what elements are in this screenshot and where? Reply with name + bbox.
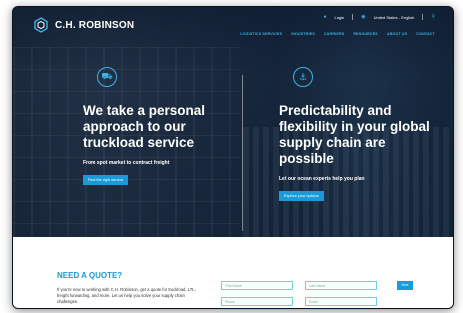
ship-icon: ⚓ [293, 67, 313, 87]
truck-icon: ⛟ [97, 67, 117, 87]
explore-options-button[interactable]: Explore your options [279, 191, 324, 201]
find-service-button[interactable]: Find the right service [83, 175, 129, 185]
next-button[interactable]: Next [397, 281, 413, 290]
utility-bar: ● Login ◉ United States - English ⚲ [323, 14, 435, 20]
site-header: C.H. ROBINSON ● Login ◉ United States - … [13, 7, 453, 47]
region-selector[interactable]: United States - English [374, 15, 415, 20]
hero-right-headline: Predictability and flexibility in your g… [279, 103, 430, 166]
last-name-field[interactable]: Last Name [305, 281, 377, 290]
hero-left-subtext: From spot market to contract freight [83, 160, 170, 166]
phone-field[interactable]: Phone [221, 297, 293, 306]
nav-about-us[interactable]: ABOUT US [387, 32, 407, 36]
brand-name: C.H. ROBINSON [55, 19, 135, 31]
hero-right-panel: ⚓ Predictability and flexibility in your… [279, 67, 439, 202]
quote-section: NEED A QUOTE? If you're new to working w… [13, 237, 453, 308]
hero-right-subtext: Let our ocean experts help you plan [279, 176, 365, 182]
user-icon: ● [323, 14, 327, 20]
nav-carriers[interactable]: CARRIERS [324, 32, 344, 36]
quote-description: If you're new to working with C.H. Robin… [57, 287, 196, 304]
nav-industries[interactable]: INDUSTRIES [291, 32, 315, 36]
hero-divider [242, 75, 243, 231]
nav-contact[interactable]: CONTACT [416, 32, 435, 36]
main-nav: LOGISTICS SERVICES INDUSTRIES CARRIERS R… [240, 32, 435, 36]
logo-icon [33, 17, 49, 33]
search-icon[interactable]: ⚲ [431, 14, 435, 20]
nav-resources[interactable]: RESOURCES [353, 32, 378, 36]
browser-frame: C.H. ROBINSON ● Login ◉ United States - … [12, 6, 454, 309]
quote-title: NEED A QUOTE? [57, 271, 123, 280]
hero-left-panel: ⛟ We take a personal approach to our tru… [83, 67, 233, 186]
logo[interactable]: C.H. ROBINSON [33, 17, 134, 33]
first-name-field[interactable]: First Name [221, 281, 293, 290]
utility-separator [352, 14, 354, 20]
utility-separator [422, 14, 424, 20]
hero-left-headline: We take a personal approach to our truck… [83, 103, 206, 150]
email-field[interactable]: Email [305, 297, 377, 306]
nav-logistics-services[interactable]: LOGISTICS SERVICES [240, 32, 282, 36]
globe-icon: ◉ [361, 14, 366, 20]
login-link[interactable]: Login [334, 15, 344, 20]
